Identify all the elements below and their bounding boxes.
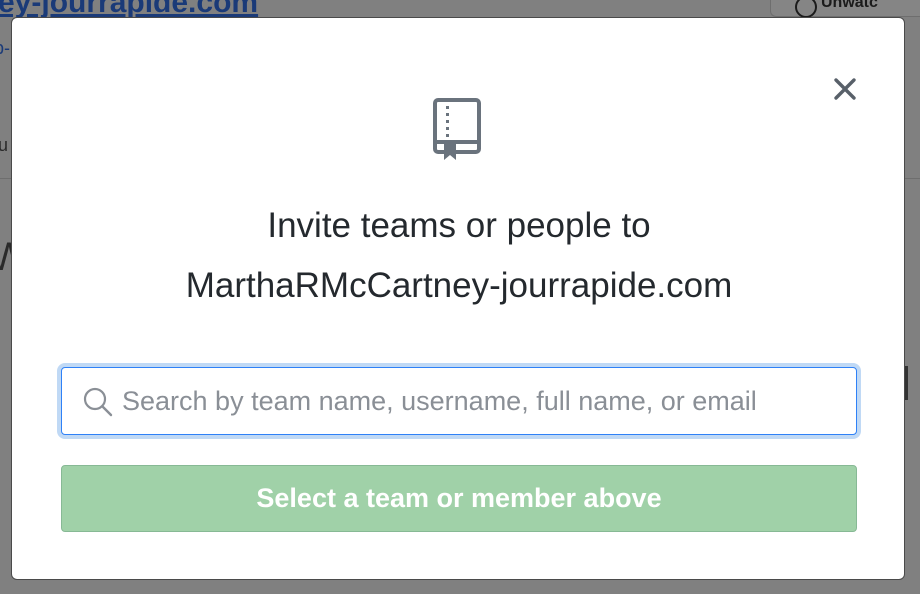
dialog-title-repo-name: MarthaRMcCartney-jourrapide.com [185, 266, 733, 305]
select-member-button[interactable]: Select a team or member above [61, 465, 857, 532]
background-tab-fragment: u [0, 135, 9, 155]
search-input[interactable] [122, 368, 842, 434]
invite-dialog: Invite teams or people to MarthaRMcCartn… [11, 17, 905, 580]
close-button[interactable] [832, 76, 858, 102]
dialog-title: Invite teams or people to MarthaRMcCartn… [12, 196, 906, 316]
dialog-title-line1: Invite teams or people to [267, 206, 651, 245]
background-unwatch-label: Unwatc [821, 0, 878, 11]
search-icon [83, 387, 113, 417]
close-icon [834, 78, 856, 100]
eye-icon [795, 0, 817, 18]
background-subline: p- [0, 38, 11, 58]
search-field[interactable] [61, 367, 857, 435]
repo-book-icon [433, 98, 481, 160]
background-unwatch-button: Unwatc [770, 0, 920, 18]
